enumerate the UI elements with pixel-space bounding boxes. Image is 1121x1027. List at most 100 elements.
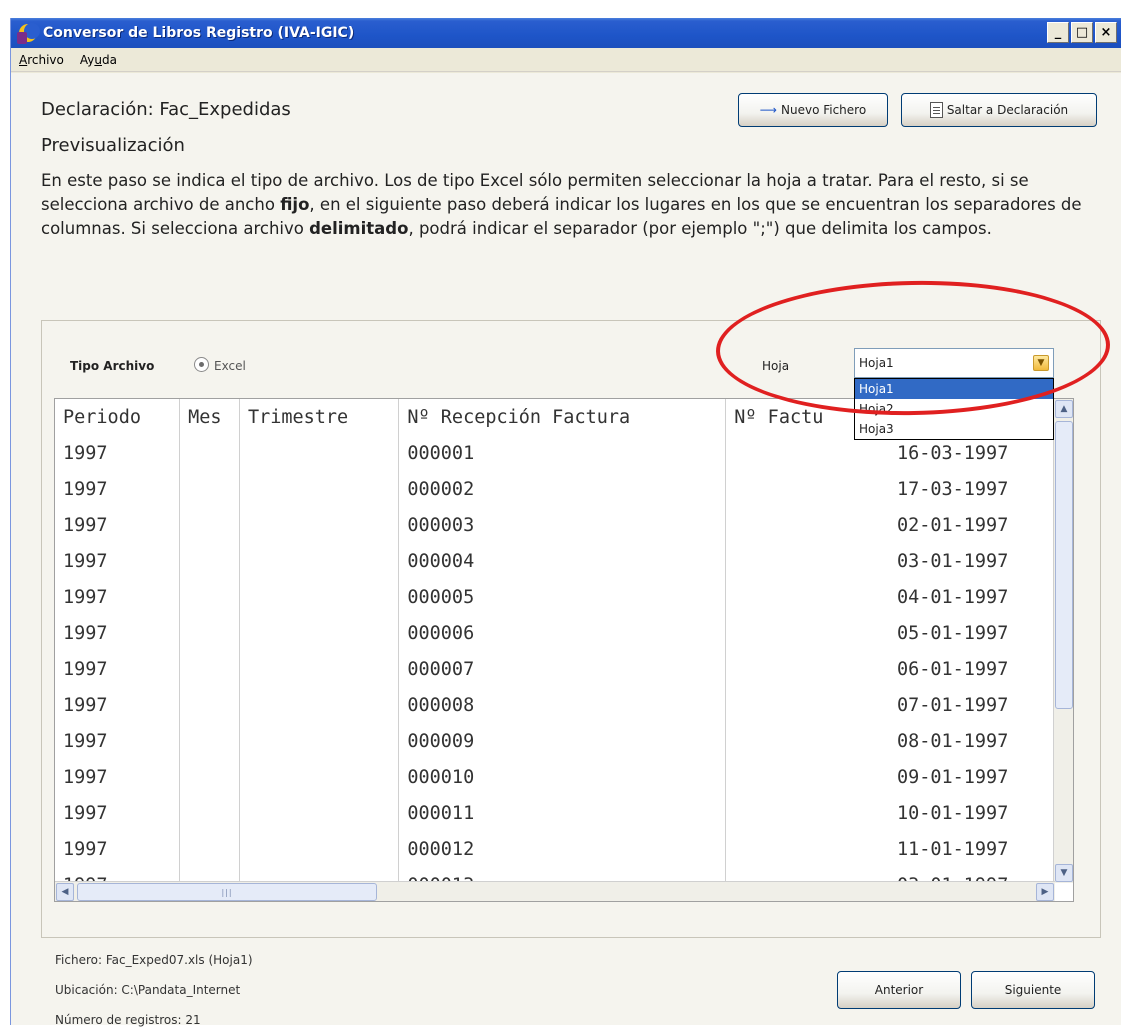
table-cell: 000009 (398, 723, 727, 759)
document-icon (929, 102, 943, 118)
sheet-option[interactable]: Hoja2 (855, 399, 1053, 419)
table-cell (239, 579, 400, 615)
maximize-button[interactable]: □ (1071, 22, 1093, 43)
menu-archivo[interactable]: Archivo (11, 53, 72, 67)
scroll-right-icon[interactable]: ▶ (1036, 883, 1054, 901)
file-type-label: Tipo Archivo (70, 359, 155, 373)
desc-part-3: , podrá indicar el separador (por ejempl… (408, 219, 992, 238)
menu-archivo-mnemonic: A (19, 52, 28, 67)
table-cell: 000003 (398, 507, 727, 543)
menu-ayuda-mnemonic: u (94, 52, 102, 67)
table-cell (239, 543, 400, 579)
vertical-scrollbar[interactable]: ▲ ▼ (1053, 399, 1073, 883)
table-cell (239, 471, 400, 507)
jump-to-declaration-button[interactable]: Saltar a Declaración (901, 93, 1097, 127)
table-cell: 1997 (55, 723, 181, 759)
vertical-scroll-thumb[interactable] (1055, 421, 1073, 709)
menu-ayuda-label-rest: da (101, 52, 117, 67)
table-row: 1997 000009 08-01-1997 (55, 723, 1055, 759)
table-row: 1997 000002 17-03-1997 (55, 471, 1055, 507)
scroll-up-icon[interactable]: ▲ (1055, 400, 1073, 418)
sheet-option[interactable]: Hoja3 (855, 419, 1053, 439)
table-cell (726, 651, 895, 687)
table-cell (239, 831, 400, 867)
table-cell: 1997 (55, 795, 181, 831)
table-cell (239, 435, 400, 471)
table-cell: 16-03-1997 (896, 442, 1009, 464)
desc-delimitado: delimitado (309, 219, 409, 238)
table-cell: 07-01-1997 (896, 694, 1009, 716)
data-table: Periodo Mes Trimestre Nº Recepción Factura N… (55, 399, 1055, 883)
table-cell: 1997 (55, 579, 181, 615)
data-preview-grid[interactable]: Periodo Mes Trimestre Nº Recepción Factura N… (54, 398, 1074, 902)
table-row: 1997 000011 10-01-1997 (55, 795, 1055, 831)
column-header: Mes (179, 399, 240, 435)
desc-fijo: fijo (280, 195, 310, 214)
minimize-button[interactable]: _ (1047, 22, 1069, 43)
close-button[interactable]: × (1095, 22, 1117, 43)
table-cell (726, 435, 895, 471)
table-cell (726, 579, 895, 615)
sheet-dropdown: Hoja1 Hoja2 Hoja3 (854, 378, 1054, 440)
step-title: Previsualización (41, 135, 185, 156)
previous-button[interactable]: Anterior (837, 971, 961, 1009)
table-cell: 1997 (55, 507, 181, 543)
table-cell: 1997 (55, 543, 181, 579)
table-cell: 04-01-1997 (896, 586, 1009, 608)
table-cell: 000008 (398, 687, 727, 723)
scroll-down-icon[interactable]: ▼ (1055, 864, 1073, 882)
table-cell: 000005 (398, 579, 727, 615)
table-row: 1997 000005 04-01-1997 (55, 579, 1055, 615)
scroll-left-icon[interactable]: ◀ (56, 883, 74, 901)
app-icon (17, 22, 40, 44)
menu-ayuda[interactable]: Ayuda (72, 53, 125, 67)
table-cell (179, 759, 240, 795)
next-button[interactable]: Siguiente (971, 971, 1095, 1009)
table-cell: 1997 (55, 615, 181, 651)
arrow-right-icon: ⟶ (759, 103, 777, 117)
table-cell: 000010 (398, 759, 727, 795)
table-row: 1997 000012 11-01-1997 (55, 831, 1055, 867)
table-cell (179, 687, 240, 723)
sheet-option[interactable]: Hoja1 (855, 379, 1053, 399)
table-cell: 1997 (55, 435, 181, 471)
table-cell: 06-01-1997 (896, 658, 1009, 680)
excel-radio-label[interactable]: Excel (214, 359, 246, 373)
new-file-label: Nuevo Fichero (781, 103, 867, 117)
sheet-select[interactable]: Hoja1 ▼ (854, 348, 1054, 378)
horizontal-scroll-thumb[interactable]: ||| (77, 883, 377, 901)
table-row: 1997 000010 09-01-1997 (55, 759, 1055, 795)
table-cell (179, 615, 240, 651)
horizontal-scrollbar[interactable]: ◀ ||| ▶ (55, 881, 1055, 901)
file-info: Fichero: Fac_Exped07.xls (Hoja1) (55, 953, 253, 967)
excel-radio[interactable] (194, 357, 209, 372)
table-cell: 09-01-1997 (896, 766, 1009, 788)
table-cell (239, 759, 400, 795)
table-cell (726, 471, 895, 507)
table-cell (239, 507, 400, 543)
table-cell (179, 435, 240, 471)
table-cell (179, 579, 240, 615)
table-cell (239, 723, 400, 759)
table-cell: 000011 (398, 795, 727, 831)
table-cell (726, 543, 895, 579)
table-cell (726, 795, 895, 831)
table-cell: 000012 (398, 831, 727, 867)
table-cell (179, 507, 240, 543)
table-row: 1997 000008 07-01-1997 (55, 687, 1055, 723)
table-cell (239, 795, 400, 831)
table-row: 1997 000004 03-01-1997 (55, 543, 1055, 579)
table-cell (179, 543, 240, 579)
table-cell (179, 831, 240, 867)
chevron-down-icon[interactable]: ▼ (1033, 355, 1049, 371)
column-header: Nº Recepción Factura (398, 399, 727, 435)
table-cell (726, 723, 895, 759)
table-row: 1997 000003 02-01-1997 (55, 507, 1055, 543)
table-cell (726, 759, 895, 795)
title-bar[interactable]: Conversor de Libros Registro (IVA-IGIC) … (11, 18, 1121, 48)
table-cell (726, 615, 895, 651)
preview-panel: Tipo Archivo Excel Hoja Hoja1 ▼ Hoja1 Ho… (41, 320, 1101, 938)
window-title: Conversor de Libros Registro (IVA-IGIC) (43, 25, 355, 41)
new-file-button[interactable]: ⟶ Nuevo Fichero (738, 93, 888, 127)
table-cell (179, 471, 240, 507)
